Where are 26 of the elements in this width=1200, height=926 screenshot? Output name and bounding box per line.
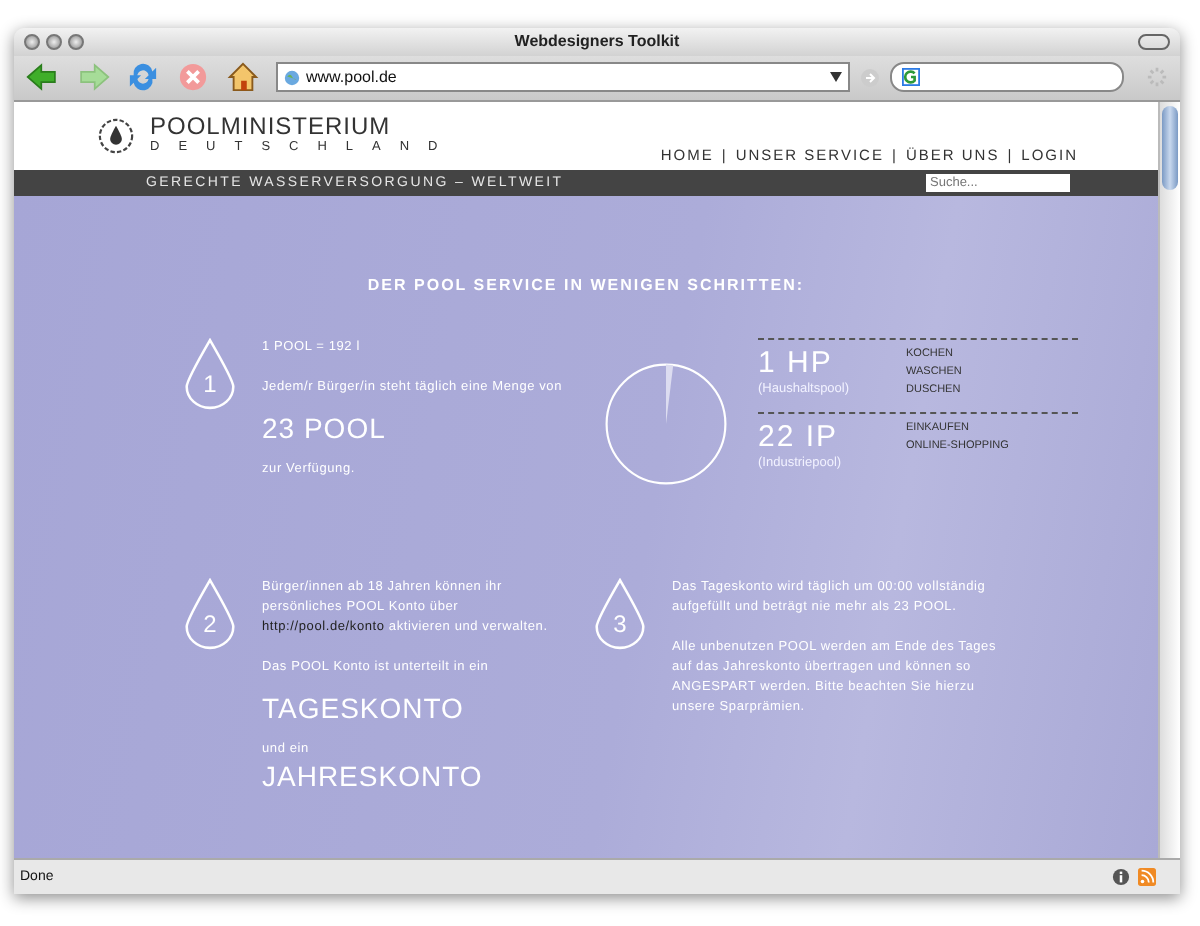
reload-icon[interactable] (126, 62, 160, 93)
pool-amount: 1 HP (758, 345, 835, 380)
search-field[interactable] (890, 62, 1124, 93)
drop-number-icon: 3 (594, 577, 646, 650)
water-drop-logo-icon (94, 113, 138, 158)
search-engine-icon (902, 68, 920, 87)
stop-icon[interactable] (176, 62, 210, 93)
globe-icon (284, 69, 300, 86)
pool-amount: 22 IP (758, 419, 841, 454)
window-title: Webdesigners Toolkit (512, 32, 682, 51)
toolbar-toggle-icon[interactable] (1138, 33, 1170, 50)
logo-title: POOLMINISTERIUM (150, 114, 393, 141)
dropdown-caret-icon[interactable] (830, 72, 842, 83)
back-arrow-icon[interactable] (26, 62, 60, 93)
rss-feed-icon[interactable] (1138, 868, 1156, 887)
activity-spinner-icon (1146, 66, 1168, 89)
drop-number-icon: 2 (184, 577, 236, 650)
home-icon[interactable] (226, 62, 260, 93)
address-field[interactable]: www.pool.de (276, 62, 850, 93)
info-icon[interactable] (1112, 868, 1130, 887)
section-heading: DER POOL SERVICE IN WENIGEN SCHRITTEN: (365, 275, 807, 294)
step-highlight: 23 POOL (262, 411, 388, 446)
step-highlight: JAHRESKONTO (262, 759, 485, 794)
drop-number-icon: 1 (184, 337, 236, 410)
scrollbar[interactable] (1158, 101, 1180, 859)
step-highlight: TAGESKONTO (262, 691, 466, 726)
